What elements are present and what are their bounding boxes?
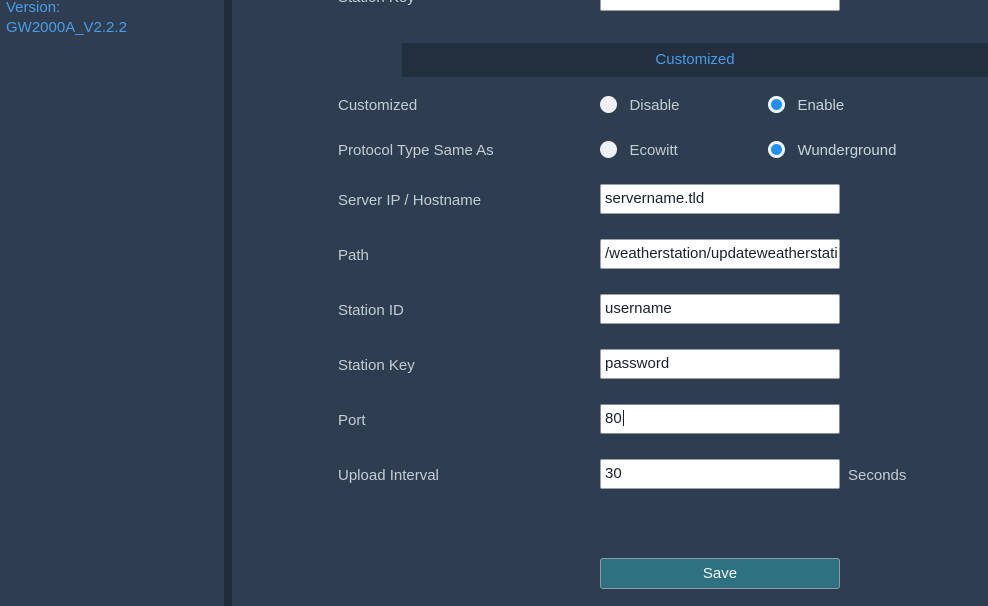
version-label: Version: xyxy=(6,0,61,16)
station-key-clipped-label: Station Key xyxy=(338,0,415,18)
station-key-input[interactable]: password xyxy=(600,349,840,379)
radio-customized-disable[interactable]: Disable xyxy=(600,86,679,126)
row-path: Path /weatherstation/updateweatherstati xyxy=(232,236,988,276)
radio-protocol-wunderground-label: Wunderground xyxy=(797,142,897,159)
path-input[interactable]: /weatherstation/updateweatherstati xyxy=(600,239,840,269)
row-station-id: Station ID username xyxy=(232,291,988,331)
sidebar: Version: GW2000A_V2.2.2 xyxy=(0,0,224,606)
protocol-type-label: Protocol Type Same As xyxy=(338,142,494,159)
row-station-key-clipped: Station Key xyxy=(232,0,988,18)
path-label: Path xyxy=(338,247,369,264)
section-header-customized: Customized xyxy=(402,43,988,77)
row-server-hostname: Server IP / Hostname servername.tld xyxy=(232,181,988,221)
customized-label: Customized xyxy=(338,97,418,114)
server-hostname-input[interactable]: servername.tld xyxy=(600,184,840,214)
upload-interval-unit: Seconds xyxy=(848,467,907,484)
radio-circle-selected-icon xyxy=(768,96,785,113)
firmware-version: Version: GW2000A_V2.2.2 xyxy=(6,0,127,38)
station-key-label: Station Key xyxy=(338,357,415,374)
version-value: GW2000A_V2.2.2 xyxy=(6,19,127,36)
radio-customized-disable-label: Disable xyxy=(629,97,680,114)
radio-protocol-ecowitt[interactable]: Ecowitt xyxy=(600,131,678,171)
port-input-value: 80 xyxy=(605,410,622,427)
station-id-label: Station ID xyxy=(338,302,404,319)
save-button[interactable]: Save xyxy=(600,558,840,589)
row-customized: Customized Disable Enable xyxy=(232,86,988,126)
server-hostname-label: Server IP / Hostname xyxy=(338,192,482,209)
radio-circle-icon xyxy=(600,96,617,113)
upload-interval-input[interactable]: 30 xyxy=(600,459,840,489)
station-key-clipped-input[interactable] xyxy=(600,0,840,11)
radio-protocol-ecowitt-label: Ecowitt xyxy=(629,142,678,159)
row-protocol-type: Protocol Type Same As Ecowitt Wundergrou… xyxy=(232,131,988,171)
upload-interval-label: Upload Interval xyxy=(338,467,439,484)
row-port: Port 80 xyxy=(232,401,988,441)
settings-page: Version: GW2000A_V2.2.2 Station Key Cust… xyxy=(0,0,988,606)
station-id-input[interactable]: username xyxy=(600,294,840,324)
row-station-key: Station Key password xyxy=(232,346,988,386)
port-label: Port xyxy=(338,412,366,429)
sidebar-divider xyxy=(224,0,232,606)
radio-circle-icon xyxy=(600,141,617,158)
radio-customized-enable[interactable]: Enable xyxy=(768,86,844,126)
port-input[interactable]: 80 xyxy=(600,404,840,434)
row-upload-interval: Upload Interval 30 Seconds xyxy=(232,456,988,496)
radio-customized-enable-label: Enable xyxy=(797,97,845,114)
text-caret xyxy=(622,410,624,426)
radio-protocol-wunderground[interactable]: Wunderground xyxy=(768,131,896,171)
radio-circle-selected-icon xyxy=(768,141,785,158)
main-content: Station Key Customized Customized Disabl… xyxy=(232,0,988,606)
